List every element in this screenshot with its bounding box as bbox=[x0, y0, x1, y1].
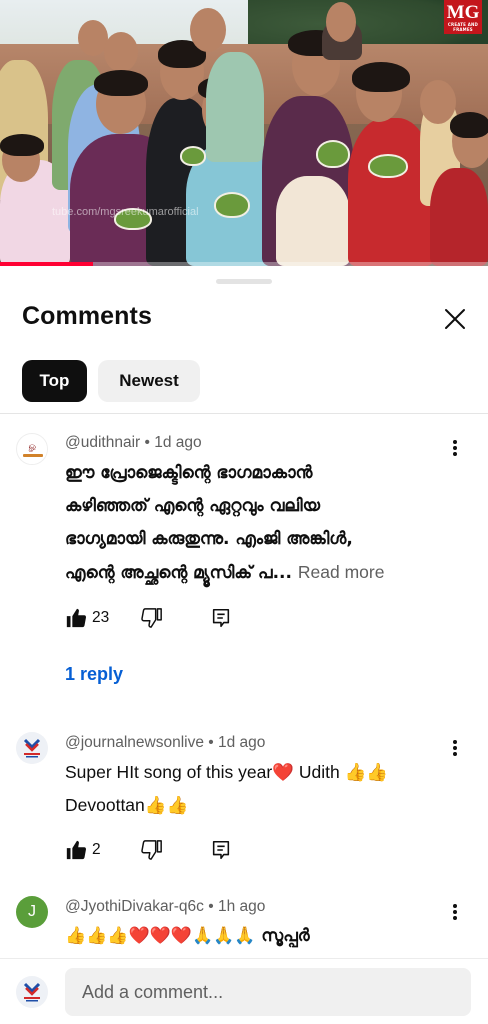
comment-author[interactable]: @udithnair bbox=[65, 434, 140, 451]
comment-author-line: @udithnair • 1d ago bbox=[65, 434, 202, 452]
sort-chip-top[interactable]: Top bbox=[22, 360, 87, 402]
video-figure bbox=[450, 112, 488, 138]
video-figure bbox=[104, 32, 138, 72]
svg-text:ௐ: ௐ bbox=[29, 442, 38, 452]
comment-text: 👍👍👍❤️❤️❤️🙏🙏🙏 സൂപ്പർ bbox=[65, 920, 465, 953]
dislike-button[interactable] bbox=[141, 604, 165, 632]
reply-button[interactable] bbox=[210, 836, 234, 864]
video-leaf bbox=[368, 154, 408, 178]
close-button[interactable] bbox=[438, 302, 472, 336]
like-button[interactable]: 23 bbox=[65, 604, 117, 632]
reply-icon bbox=[212, 608, 230, 628]
separator-dot: • bbox=[208, 898, 218, 915]
avatar-logo-icon: ௐ bbox=[18, 435, 47, 464]
sheet-title: Comments bbox=[22, 302, 152, 330]
comment-actions: 2 bbox=[65, 836, 265, 864]
thumbs-down-icon bbox=[141, 608, 162, 628]
avatar-logo-icon bbox=[16, 976, 48, 1008]
comment-line-last: എന്റെ അച്ഛന്റെ മ്യൂസിക് പ... Read more bbox=[65, 556, 465, 590]
comment-text: ഈ പ്രോജെക്ടിന്റെ ഭാഗമാകാൻ കഴിഞ്ഞത് എന്റെ… bbox=[65, 457, 465, 590]
comment-author-line: @journalnewsonlive • 1d ago bbox=[65, 734, 265, 752]
comment-age: 1d ago bbox=[154, 434, 202, 451]
add-comment-input[interactable] bbox=[65, 968, 471, 1016]
view-replies-link[interactable]: 1 reply bbox=[65, 664, 123, 685]
reply-icon bbox=[212, 840, 230, 860]
video-leaf bbox=[214, 192, 250, 218]
comment-line: എന്റെ അച്ഛന്റെ മ്യൂസിക് പ... bbox=[65, 563, 292, 583]
comment-line: കഴിഞ്ഞത് എന്റെ ഏറ്റവും വലിയ bbox=[65, 496, 320, 516]
avatar[interactable] bbox=[16, 732, 48, 764]
video-figure bbox=[276, 176, 350, 266]
reply-button[interactable] bbox=[210, 604, 234, 632]
thumbs-up-icon bbox=[66, 840, 87, 860]
header-divider bbox=[0, 413, 488, 414]
comment-line: 👍👍👍❤️❤️❤️🙏🙏🙏 സൂപ്പർ bbox=[65, 926, 310, 946]
comment-line: ഈ പ്രോജെക്ടിന്റെ ഭാഗമാകാൻ bbox=[65, 463, 313, 483]
comment-line: Devoottan👍👍 bbox=[65, 795, 189, 815]
thumbs-up-icon bbox=[66, 608, 87, 628]
video-figure bbox=[430, 168, 488, 266]
comment-age: 1h ago bbox=[217, 898, 266, 915]
channel-logo-subtext: CREATE AND FRAMES bbox=[447, 22, 479, 32]
separator-dot: • bbox=[208, 734, 218, 751]
video-figure bbox=[190, 8, 226, 52]
comment-author[interactable]: @journalnewsonlive bbox=[65, 734, 204, 751]
comment-actions: 23 bbox=[65, 604, 265, 632]
avatar[interactable]: J bbox=[16, 896, 48, 928]
like-count: 23 bbox=[92, 609, 110, 626]
video-figure bbox=[94, 70, 148, 96]
video-leaf bbox=[316, 140, 350, 168]
video-watermark: tube.com/mgsreekumarofficial bbox=[52, 206, 199, 218]
drag-handle[interactable] bbox=[216, 279, 272, 284]
read-more-link[interactable]: Read more bbox=[298, 562, 385, 582]
video-figure bbox=[420, 80, 456, 124]
thumbs-down-icon bbox=[141, 840, 162, 860]
video-figure bbox=[352, 62, 410, 92]
comments-sheet: Comments Top Newest ௐ @udithnair • 1d ag… bbox=[0, 266, 488, 1024]
comment-composer bbox=[0, 958, 488, 1024]
comment-author-line: @JyothiDivakar-q6c • 1h ago bbox=[65, 898, 265, 916]
avatar[interactable]: ௐ bbox=[16, 433, 48, 465]
video-player[interactable]: MG CREATE AND FRAMES tube.com/mgsreekuma… bbox=[0, 0, 488, 266]
video-figure bbox=[0, 134, 44, 156]
comment-age: 1d ago bbox=[218, 734, 266, 751]
comment-text: Super HIt song of this year❤️ Udith 👍👍 D… bbox=[65, 756, 465, 822]
avatar-logo-icon bbox=[16, 732, 48, 764]
comment-line: Super HIt song of this year❤️ Udith 👍👍 bbox=[65, 762, 389, 782]
video-figure bbox=[326, 2, 356, 42]
separator-dot: • bbox=[144, 434, 155, 451]
dislike-button[interactable] bbox=[141, 836, 165, 864]
channel-logo: MG CREATE AND FRAMES bbox=[444, 0, 482, 34]
comment-line: ഭാഗ്യമായി കരുതുന്നു. എംജി അങ്കിൾ, bbox=[65, 529, 353, 549]
channel-logo-text: MG bbox=[446, 2, 480, 23]
avatar-letter: J bbox=[28, 903, 36, 920]
like-button[interactable]: 2 bbox=[65, 836, 117, 864]
comment-author[interactable]: @JyothiDivakar-q6c bbox=[65, 898, 204, 915]
video-leaf bbox=[180, 146, 206, 166]
like-count: 2 bbox=[92, 841, 101, 858]
close-icon bbox=[445, 309, 465, 329]
my-avatar[interactable] bbox=[16, 976, 48, 1008]
video-figure bbox=[206, 52, 264, 162]
sort-chip-newest[interactable]: Newest bbox=[98, 360, 200, 402]
